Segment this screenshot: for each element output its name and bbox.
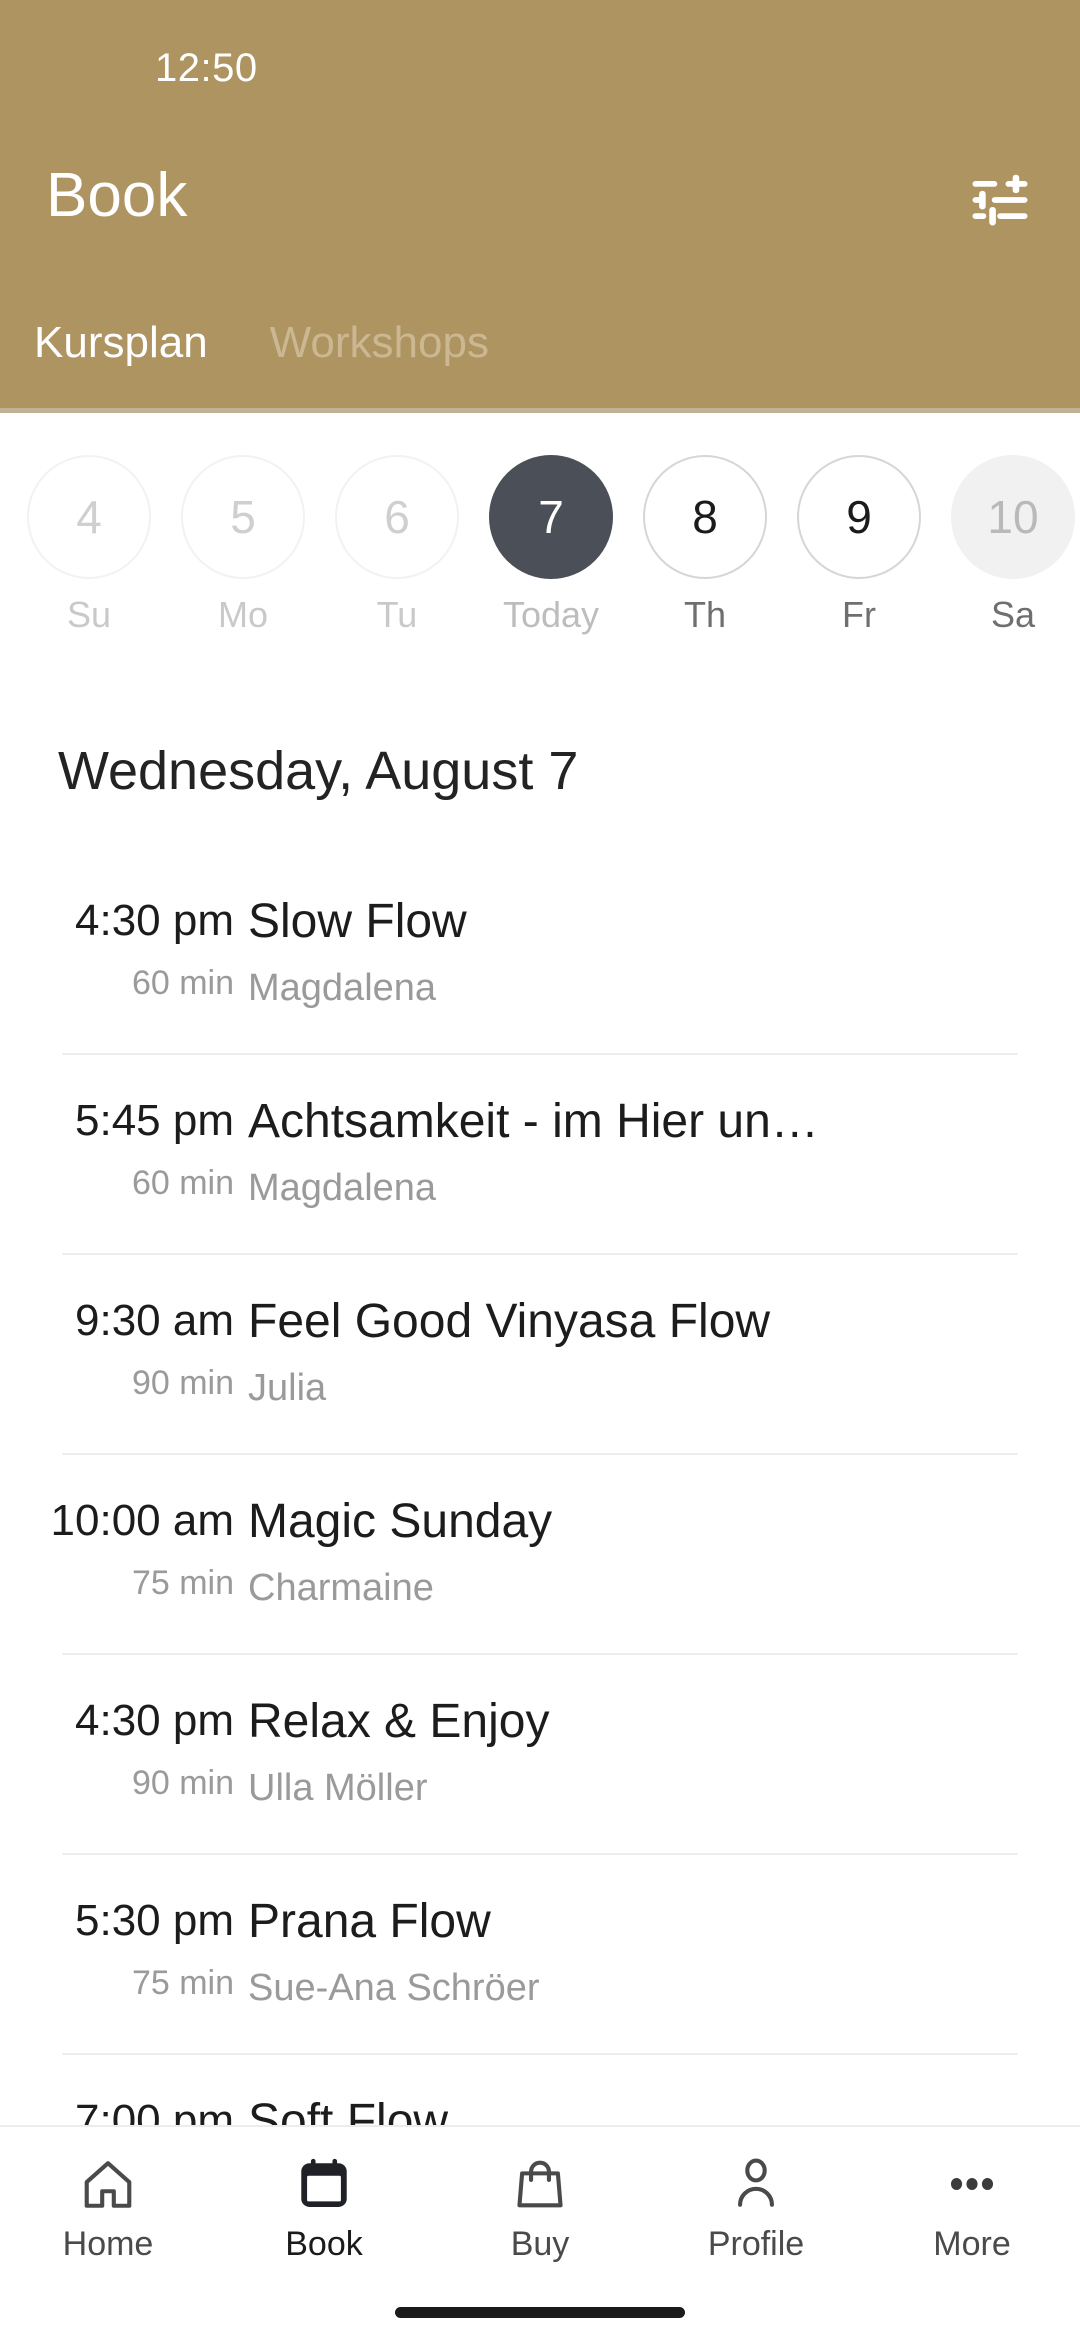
app-screen: 12:50 Book Kursplan Workshops 4 Su 5 Mo … (0, 0, 1080, 2340)
class-instructor: Charmaine (248, 1567, 434, 1609)
class-instructor: Sue-Ana Schröer (248, 1967, 540, 2009)
ellipsis-icon (943, 2151, 1001, 2217)
nav-item-more[interactable]: More (864, 2127, 1080, 2287)
class-start-time: 4:30 pm (75, 1696, 234, 1745)
class-instructor: Magdalena (248, 967, 437, 1009)
class-start-time: 9:30 am (75, 1296, 234, 1345)
calendar-icon (295, 2151, 353, 2217)
class-name: Achtsamkeit - im Hier un… (248, 1095, 819, 1148)
status-bar: 12:50 (0, 0, 1080, 108)
class-time-column: 9:30 am 90 min (0, 1255, 248, 1402)
date-chip-number: 7 (489, 455, 613, 579)
class-info-column: Feel Good Vinyasa Flow Julia (248, 1255, 1080, 1409)
date-chip-label: Th (683, 594, 726, 635)
nav-item-home[interactable]: Home (0, 2127, 216, 2287)
class-list[interactable]: 4:30 pm 60 min Slow Flow Magdalena 5:45 … (0, 855, 1080, 2135)
class-duration: 60 min (131, 1164, 234, 1202)
date-chip-label: Su (66, 594, 112, 635)
nav-item-book[interactable]: Book (216, 2127, 432, 2287)
date-chip-5[interactable]: 5 Mo (166, 455, 320, 633)
date-chip-label: Fr (842, 594, 876, 635)
person-icon (727, 2151, 785, 2217)
class-duration: 60 min (131, 964, 234, 1002)
nav-item-label: Buy (510, 2225, 570, 2263)
class-duration: 75 min (131, 1564, 234, 1602)
class-duration: 75 min (131, 1964, 234, 2002)
date-chip-9[interactable]: 9 Fr (782, 455, 936, 633)
header-tabs: Kursplan Workshops (0, 315, 1080, 395)
date-chip-number: 8 (643, 455, 767, 579)
date-chip-4[interactable]: 4 Su (12, 455, 166, 633)
class-info-column: Soft Flow (248, 2055, 1080, 2135)
class-time-column: 10:00 am 75 min (0, 1455, 248, 1602)
class-start-time: 5:45 pm (75, 1096, 234, 1145)
date-chip-10[interactable]: 10 Sa (936, 455, 1080, 633)
date-chip-number: 10 (951, 455, 1075, 579)
table-row[interactable]: 9:30 am 90 min Feel Good Vinyasa Flow Ju… (0, 1255, 1080, 1455)
page-title: Book (46, 161, 188, 230)
class-time-column: 7:00 pm (0, 2055, 248, 2136)
date-chip-label: Sa (990, 594, 1036, 635)
class-name: Magic Sunday (248, 1495, 553, 1548)
filter-button[interactable] (962, 162, 1038, 238)
date-chip-number: 4 (27, 455, 151, 579)
class-time-column: 5:45 pm 60 min (0, 1055, 248, 1202)
table-row[interactable]: 10:00 am 75 min Magic Sunday Charmaine (0, 1455, 1080, 1655)
class-time-column: 4:30 pm 60 min (0, 855, 248, 1002)
status-bar-clock: 12:50 (155, 46, 258, 90)
nav-item-profile[interactable]: Profile (648, 2127, 864, 2287)
class-info-column: Prana Flow Sue-Ana Schröer (248, 1855, 1080, 2009)
nav-item-label: Book (285, 2225, 363, 2263)
tab-kursplan[interactable]: Kursplan (34, 315, 208, 371)
class-time-column: 5:30 pm 75 min (0, 1855, 248, 2002)
selected-date-heading: Wednesday, August 7 (58, 741, 579, 801)
class-instructor: Ulla Möller (248, 1767, 428, 1809)
table-row[interactable]: 4:30 pm 60 min Slow Flow Magdalena (0, 855, 1080, 1055)
date-chip-7-today[interactable]: 7 Today (474, 455, 628, 633)
date-chip-label: Today (502, 594, 600, 635)
class-duration: 90 min (131, 1764, 234, 1802)
table-row[interactable]: 5:45 pm 60 min Achtsamkeit - im Hier un…… (0, 1055, 1080, 1255)
class-info-column: Slow Flow Magdalena (248, 855, 1080, 1009)
nav-item-buy[interactable]: Buy (432, 2127, 648, 2287)
class-instructor: Julia (248, 1367, 327, 1409)
date-chip-number: 6 (335, 455, 459, 579)
date-selector[interactable]: 4 Su 5 Mo 6 Tu 7 Today 8 Th 9 Fr 10 Sa (0, 455, 1080, 655)
date-chip-label: Mo (217, 594, 268, 635)
class-time-column: 4:30 pm 90 min (0, 1655, 248, 1802)
bag-icon (511, 2151, 569, 2217)
table-row[interactable]: 7:00 pm Soft Flow (0, 2055, 1080, 2135)
class-info-column: Relax & Enjoy Ulla Möller (248, 1655, 1080, 1809)
table-row[interactable]: 4:30 pm 90 min Relax & Enjoy Ulla Möller (0, 1655, 1080, 1855)
class-duration: 90 min (131, 1364, 234, 1402)
date-chip-8[interactable]: 8 Th (628, 455, 782, 633)
nav-item-label: Profile (707, 2225, 805, 2263)
class-instructor: Magdalena (248, 1167, 437, 1209)
app-header: 12:50 Book Kursplan Workshops (0, 0, 1080, 408)
date-chip-number: 9 (797, 455, 921, 579)
class-name: Slow Flow (248, 895, 467, 948)
class-name: Prana Flow (248, 1895, 491, 1948)
table-row[interactable]: 5:30 pm 75 min Prana Flow Sue-Ana Schröe… (0, 1855, 1080, 2055)
home-indicator (395, 2307, 685, 2318)
class-start-time: 4:30 pm (75, 896, 234, 945)
nav-item-label: More (933, 2225, 1011, 2263)
date-chip-number: 5 (181, 455, 305, 579)
class-name: Relax & Enjoy (248, 1695, 550, 1748)
tune-icon (972, 174, 1028, 226)
class-start-time: 10:00 am (50, 1496, 234, 1545)
bottom-navigation: Home Book Buy Profile More (0, 2125, 1080, 2340)
header-underline (0, 408, 1080, 413)
class-start-time: 5:30 pm (75, 1896, 234, 1945)
date-chip-6[interactable]: 6 Tu (320, 455, 474, 633)
app-bar: Book (0, 140, 1080, 260)
nav-item-label: Home (62, 2225, 154, 2263)
class-info-column: Magic Sunday Charmaine (248, 1455, 1080, 1609)
class-name: Feel Good Vinyasa Flow (248, 1295, 771, 1348)
home-icon (79, 2151, 137, 2217)
class-info-column: Achtsamkeit - im Hier un… Magdalena (248, 1055, 1080, 1209)
tab-workshops[interactable]: Workshops (270, 315, 489, 371)
date-chip-label: Tu (376, 594, 418, 635)
